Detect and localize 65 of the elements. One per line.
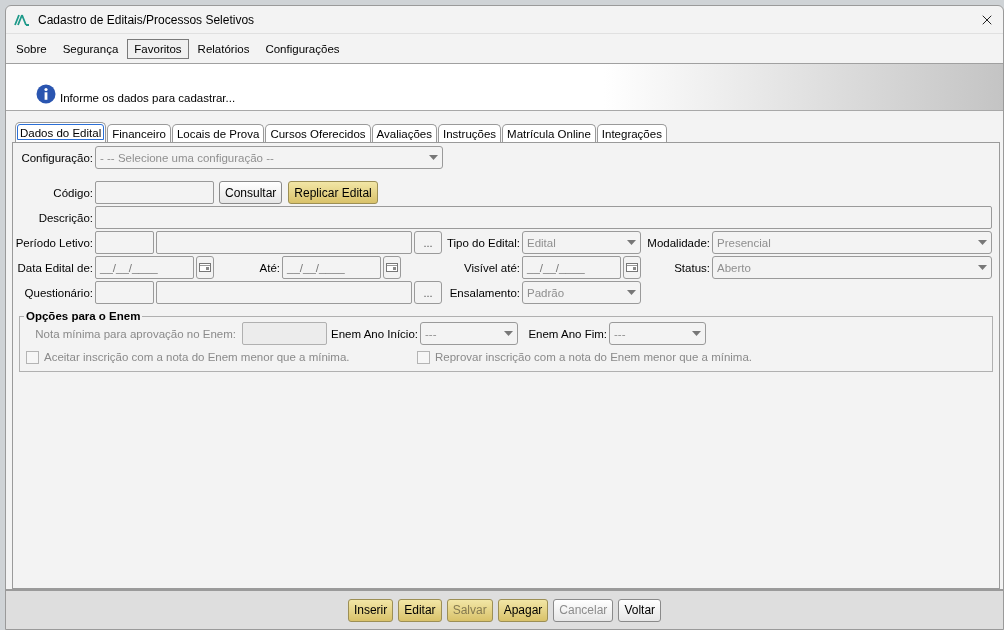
field-label: Configuração: [20, 151, 93, 164]
field-label: Tipo do Edital: [445, 236, 520, 249]
menu-item[interactable]: Relatórios [190, 38, 257, 59]
calendar-button[interactable] [383, 256, 401, 279]
calendar-icon [626, 263, 638, 272]
action-button[interactable]: Editar [398, 598, 442, 622]
caret-icon [504, 331, 513, 336]
field-label: Nota mínima para aprovação no Enem: [34, 327, 236, 340]
calendar-button[interactable] [196, 256, 214, 279]
date-field[interactable]: __/__/____ [95, 256, 194, 279]
field-label: Período Letivo: [14, 236, 93, 249]
field-label: Enem Ano Fim: [527, 327, 607, 340]
tab[interactable]: Cursos Oferecidos [265, 124, 371, 142]
field-label: Ensalamento: [448, 286, 520, 299]
field-label: Status: [673, 261, 710, 274]
logo-icon [14, 13, 30, 26]
menu-item[interactable]: Segurança [55, 38, 126, 59]
calendar-icon [199, 263, 211, 272]
date-field[interactable]: __/__/____ [282, 256, 381, 279]
tab[interactable]: Locais de Prova [171, 124, 265, 142]
calendar-icon [386, 263, 398, 272]
tab[interactable]: Matrícula Online [502, 124, 596, 142]
field-label: Código: [52, 186, 93, 199]
tab[interactable]: Financeiro [107, 124, 171, 142]
field-label: Enem Ano Início: [330, 327, 418, 340]
text-field[interactable] [156, 231, 412, 254]
field-label: Visível até: [462, 261, 520, 274]
lookup-button[interactable]: ... [414, 231, 442, 254]
field-label: Descrição: [37, 211, 93, 224]
date-field[interactable]: __/__/____ [522, 256, 621, 279]
menu-item[interactable]: Favoritos [127, 38, 189, 59]
text-field[interactable] [95, 231, 154, 254]
action-button[interactable]: Voltar [618, 598, 662, 622]
info-message: Informe os dados para cadastrar... [60, 92, 236, 104]
caret-icon [978, 240, 987, 245]
tab[interactable]: Avaliações [371, 124, 437, 142]
field-label: Questionário: [23, 286, 93, 299]
checkbox-label: Reprovar inscrição com a nota do Enem menor que a mínima. [435, 351, 753, 363]
text-field[interactable] [95, 281, 154, 304]
action-button[interactable]: Replicar Edital [288, 181, 378, 204]
checkbox-label: Aceitar inscrição com a nota do Enem menor que a mínima. [44, 351, 350, 363]
menu-item[interactable]: Sobre [9, 38, 54, 59]
menu-item[interactable]: Configurações [258, 38, 347, 59]
action-button[interactable]: Inserir [347, 598, 394, 622]
info-icon [36, 84, 56, 104]
field-label: Modalidade: [646, 236, 710, 249]
tab[interactable]: Integrações [596, 124, 667, 142]
action-button[interactable]: Apagar [497, 598, 549, 622]
caret-icon [627, 290, 636, 295]
tab[interactable]: Instruções [438, 124, 502, 142]
field-label: Até: [258, 261, 280, 274]
text-field[interactable] [95, 181, 214, 204]
text-field[interactable] [156, 281, 412, 304]
caret-icon [978, 265, 987, 270]
caret-icon [429, 155, 438, 160]
tab[interactable]: Dados do Edital [15, 122, 107, 142]
text-field[interactable] [95, 206, 992, 229]
field-label: Data Edital de: [16, 261, 93, 274]
window-title: Cadastro de Editais/Processos Seletivos [38, 12, 256, 27]
caret-icon [692, 331, 701, 336]
calendar-button[interactable] [623, 256, 641, 279]
group-title: Opções para o Enem [25, 310, 142, 322]
lookup-button[interactable]: ... [414, 281, 442, 304]
caret-icon [627, 240, 636, 245]
action-button[interactable]: Consultar [219, 181, 283, 204]
